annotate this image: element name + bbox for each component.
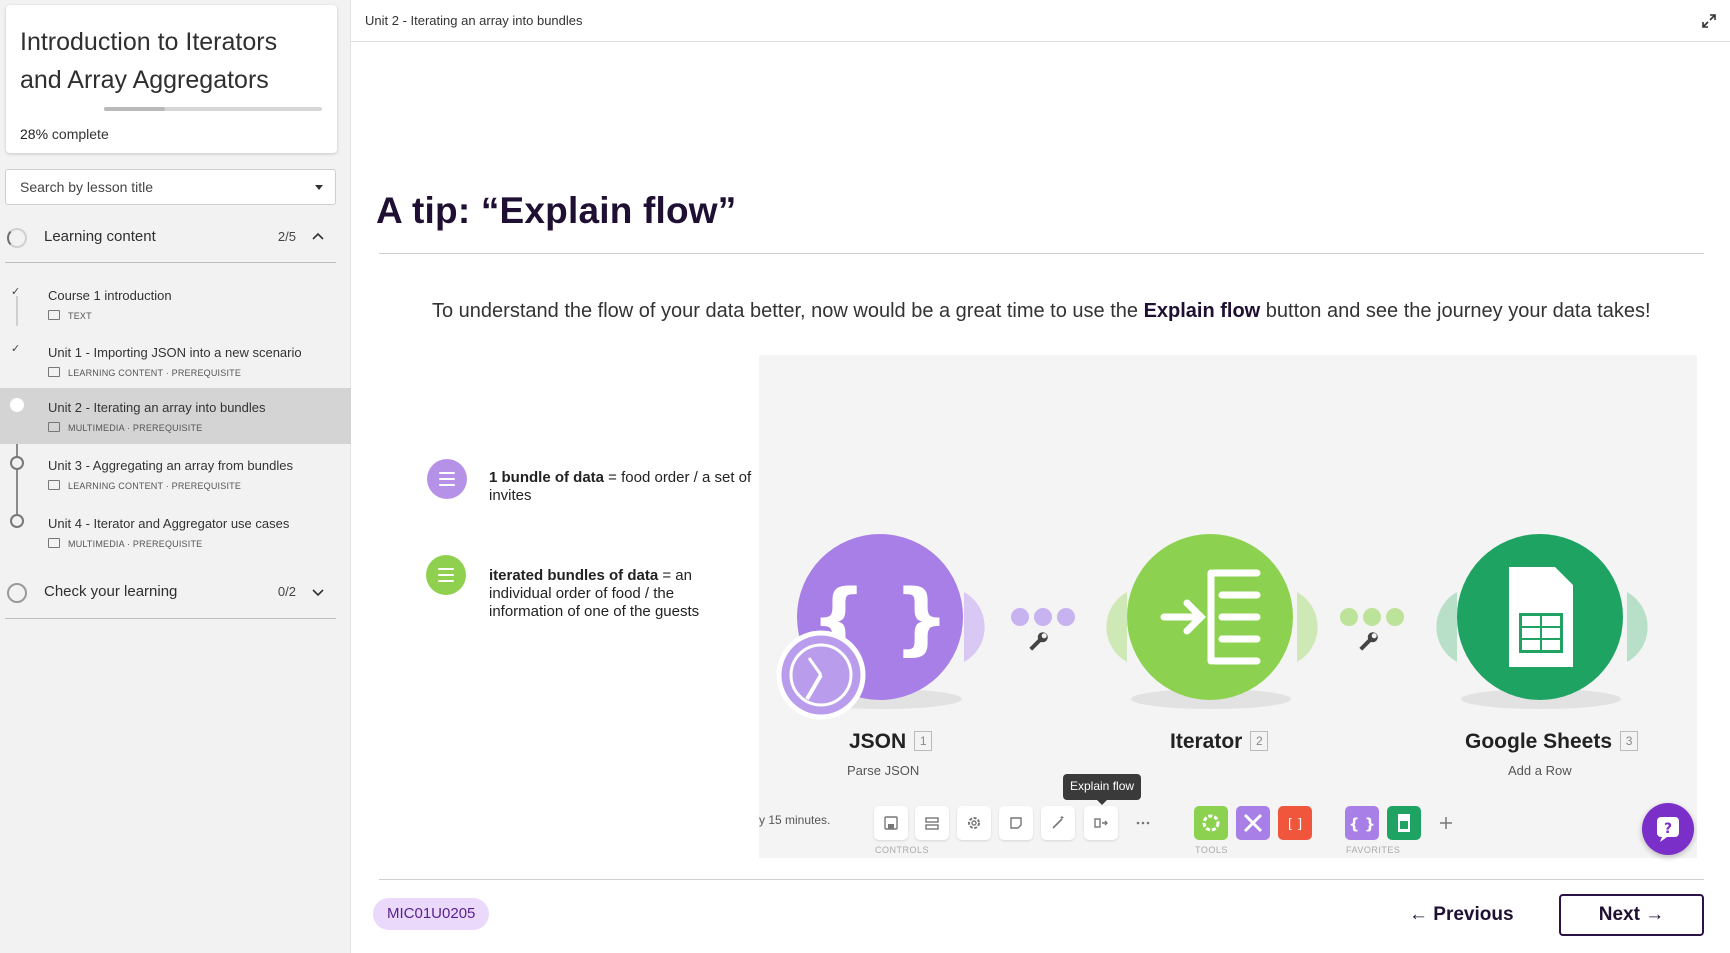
- search-placeholder: Search by lesson title: [20, 179, 154, 195]
- scenario-toolbar: CONTROLS [ ] TOOLS { } FAVORITES: [759, 800, 1697, 860]
- lesson-item[interactable]: Unit 4 - Iterator and Aggregator use cas…: [0, 504, 351, 560]
- section-progress-ring-icon: [7, 583, 27, 603]
- next-button[interactable]: Next →: [1559, 894, 1704, 936]
- wrench-icon: [1359, 632, 1378, 651]
- gear-icon[interactable]: [957, 806, 991, 840]
- previous-button[interactable]: ← Previous: [1409, 898, 1514, 932]
- progress-suffix: complete: [48, 126, 109, 142]
- list-icon: [427, 459, 467, 499]
- favorites-json-icon[interactable]: { }: [1345, 806, 1379, 840]
- check-icon: ✓: [11, 343, 21, 355]
- tools-flow-icon[interactable]: [1236, 806, 1270, 840]
- multimedia-type-icon: [48, 422, 60, 432]
- lesson-item[interactable]: ✓ Course 1 introduction TEXT: [0, 276, 351, 332]
- section-check-your-learning[interactable]: Check your learning 0/2: [0, 571, 336, 615]
- lesson-item-current[interactable]: Unit 2 - Iterating an array into bundles…: [0, 388, 351, 444]
- lesson-title: Unit 4 - Iterator and Aggregator use cas…: [48, 516, 290, 531]
- scenario-diagram-image: { } 1 bundle of data = food order / a se…: [426, 355, 1697, 858]
- progress-percent: 28%: [20, 126, 49, 142]
- lesson-title: Unit 1 - Importing JSON into a new scena…: [48, 345, 302, 360]
- module-sub: Parse JSON: [847, 763, 920, 778]
- check-icon: ✓: [11, 286, 21, 298]
- svg-text:[ ]: [ ]: [1288, 817, 1302, 832]
- toolbar-caption: CONTROLS: [875, 845, 930, 855]
- progress-bar: [104, 107, 322, 111]
- section-learning-content[interactable]: Learning content 2/5: [0, 216, 336, 260]
- page-title: A tip: “Explain flow”: [376, 190, 737, 231]
- module-label: Google Sheets 3: [1465, 730, 1639, 754]
- section-title: Check your learning: [44, 583, 178, 600]
- toolbar-caption: FAVORITES: [1346, 845, 1401, 855]
- note-icon[interactable]: [999, 806, 1033, 840]
- toolbar-caption: TOOLS: [1195, 845, 1228, 855]
- scenario-graphic: { }: [776, 534, 1648, 720]
- progress-fill: [104, 107, 166, 111]
- chat-help-icon: ?: [1657, 817, 1679, 842]
- module-label: JSON 1: [849, 730, 933, 754]
- wrench-icon: [1029, 632, 1048, 651]
- lesson-item[interactable]: Unit 3 - Aggregating an array from bundl…: [0, 446, 351, 502]
- explain-flow-icon[interactable]: [1084, 806, 1118, 840]
- lesson-code-badge: MIC01U0205: [373, 898, 490, 930]
- chevron-down-icon[interactable]: [310, 584, 326, 600]
- multimedia-type-icon: [48, 538, 60, 548]
- section-count: 0/2: [277, 584, 296, 599]
- lesson-search-dropdown[interactable]: Search by lesson title: [5, 169, 336, 205]
- expand-icon[interactable]: [1700, 12, 1718, 30]
- lesson-meta: LEARNING CONTENT · PREREQUISITE: [48, 367, 241, 378]
- course-card: Introduction to Iterators and Array Aggr…: [6, 5, 337, 153]
- lesson-topbar: Unit 2 - Iterating an array into bundles: [351, 0, 1730, 42]
- divider: [5, 618, 336, 619]
- svg-text:{ }: { }: [1349, 815, 1376, 833]
- lesson-title: Course 1 introduction: [48, 288, 172, 303]
- lesson-title: Unit 2 - Iterating an array into bundles: [48, 400, 266, 415]
- legend-text: 1 bundle of data = food order / a set of…: [489, 469, 752, 504]
- lesson-item[interactable]: ✓ Unit 1 - Importing JSON into a new sce…: [0, 333, 351, 389]
- course-sidebar: Introduction to Iterators and Array Aggr…: [0, 0, 351, 953]
- save-icon[interactable]: [874, 806, 908, 840]
- favorites-sheets-icon[interactable]: [1387, 806, 1421, 840]
- chevron-up-icon[interactable]: [310, 229, 326, 245]
- tools-array-icon[interactable]: [ ]: [1278, 806, 1312, 840]
- course-title: Introduction to Iterators and Array Aggr…: [20, 28, 278, 94]
- svg-text:?: ?: [1664, 821, 1672, 837]
- intro-paragraph: To understand the flow of your data bett…: [432, 300, 1651, 322]
- section-title: Learning content: [44, 228, 156, 245]
- module-sub: Add a Row: [1508, 763, 1572, 778]
- current-lesson-dot-icon: [10, 398, 24, 412]
- lesson-meta: MULTIMEDIA · PREREQUISITE: [48, 538, 202, 549]
- caret-down-icon: [315, 185, 323, 190]
- content-type-icon: [48, 480, 60, 490]
- section-count: 2/5: [277, 229, 296, 244]
- explain-flow-term: Explain flow: [1143, 300, 1261, 322]
- content-type-icon: [48, 367, 60, 377]
- lesson-dot-icon: [10, 514, 24, 528]
- layout-icon[interactable]: [915, 806, 949, 840]
- divider: [379, 879, 1704, 880]
- module-label: Iterator 2: [1170, 730, 1269, 754]
- tools-gear-icon[interactable]: [1194, 806, 1228, 840]
- lesson-title: Unit 3 - Aggregating an array from bundl…: [48, 458, 293, 473]
- divider: [379, 253, 1704, 254]
- lesson-dot-icon: [10, 456, 24, 470]
- magic-wand-icon[interactable]: [1041, 806, 1075, 840]
- lesson-meta: MULTIMEDIA · PREREQUISITE: [48, 422, 202, 433]
- legend-text: iterated bundles of data = an individual…: [489, 567, 700, 620]
- add-icon[interactable]: [1429, 806, 1463, 840]
- lesson-meta: LEARNING CONTENT · PREREQUISITE: [48, 480, 241, 491]
- help-chat-button[interactable]: ?: [1642, 803, 1694, 855]
- text-type-icon: [48, 310, 60, 320]
- divider: [5, 262, 336, 263]
- list-icon: [426, 555, 466, 595]
- explain-flow-tooltip: Explain flow: [1063, 774, 1142, 805]
- topbar-title: Unit 2 - Iterating an array into bundles: [365, 13, 583, 28]
- progress-text: 28% complete: [20, 126, 109, 142]
- lesson-meta: TEXT: [48, 310, 92, 321]
- more-icon[interactable]: [1126, 806, 1160, 840]
- section-progress-ring-icon: [7, 228, 27, 248]
